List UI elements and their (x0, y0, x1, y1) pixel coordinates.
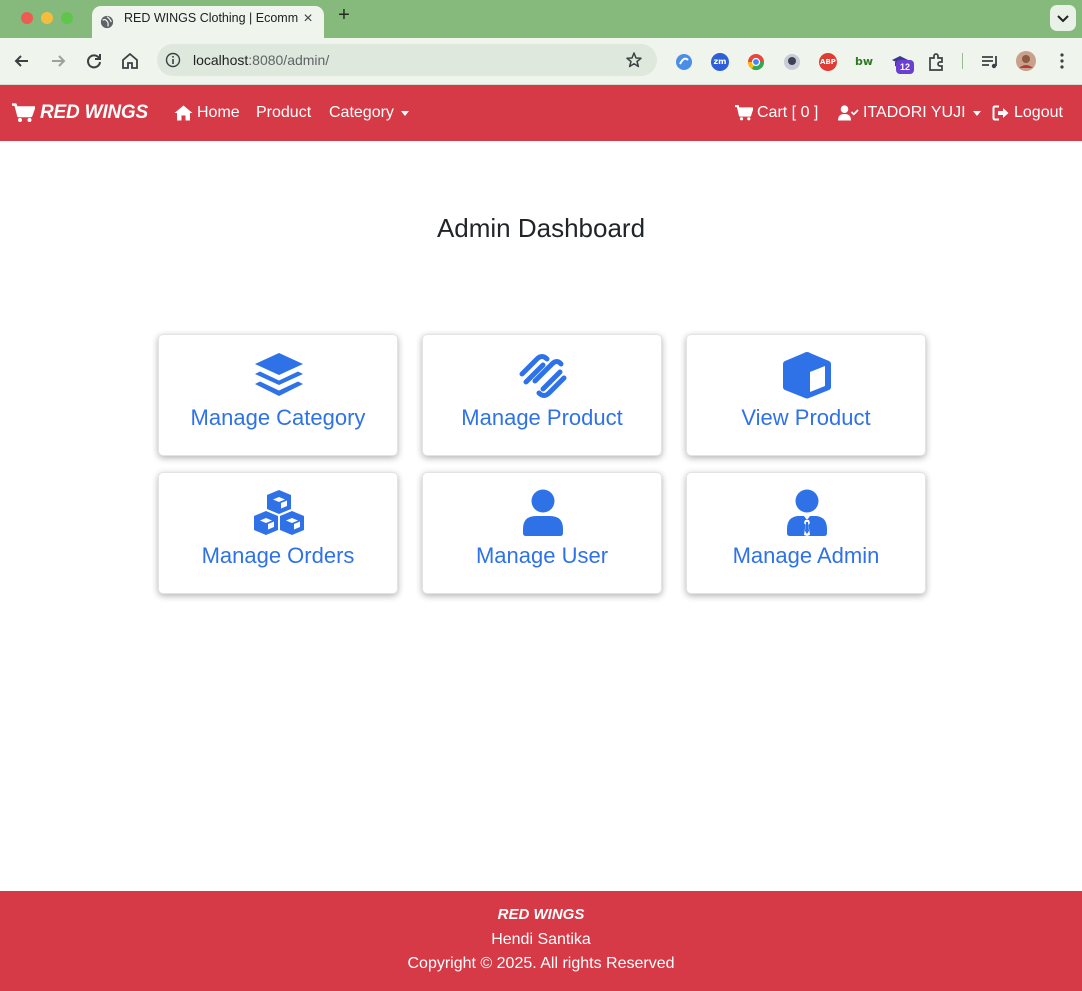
cart-icon (12, 103, 35, 122)
manage-user-card[interactable]: Manage User (422, 472, 662, 594)
user-tie-icon (787, 489, 827, 536)
user-icon (523, 489, 563, 536)
nav-logout-link[interactable]: Logout (992, 103, 1063, 123)
tab-search-button[interactable] (1050, 5, 1076, 31)
home-icon (174, 105, 193, 121)
manage-orders-card[interactable]: Manage Orders (158, 472, 398, 594)
nav-cart-label: Cart [ 0 ] (757, 104, 819, 121)
extension-face-icon[interactable] (783, 53, 801, 71)
page-title: Admin Dashboard (436, 213, 646, 243)
globe-icon (100, 15, 114, 29)
url-host: localhost (193, 52, 249, 68)
new-tab-button[interactable]: + (334, 5, 354, 25)
manage-admin-card[interactable]: Manage Admin (686, 472, 926, 594)
nav-user-label: ITADORI YUJI (863, 104, 966, 121)
extension-count-badge: 12 (896, 60, 914, 74)
manage-admin-label: Manage Admin (732, 543, 880, 568)
cubes-icon (254, 490, 304, 535)
nav-logout-label: Logout (1014, 104, 1063, 121)
site-info-icon[interactable] (165, 52, 181, 68)
manage-orders-label: Manage Orders (201, 543, 355, 568)
nav-product-link[interactable]: Product (256, 103, 311, 123)
nav-product-label: Product (256, 104, 312, 121)
puzzle-extensions-icon[interactable] (926, 51, 948, 73)
media-queue-icon[interactable] (979, 51, 1001, 73)
profile-avatar-icon[interactable] (1015, 50, 1037, 72)
user-check-icon (838, 105, 859, 121)
manage-product-label: Manage Product (461, 405, 623, 430)
site-navbar: RED WINGS Home Product Category Cart [ 0… (0, 85, 1082, 141)
tab-title: RED WINGS Clothing | Ecommerce (124, 11, 298, 25)
url-path: :8080/admin/ (248, 52, 330, 68)
box-icon (783, 352, 831, 399)
toolbar-divider (962, 53, 963, 69)
forward-arrow-icon[interactable] (47, 50, 69, 72)
nav-category-label: Category (329, 104, 394, 121)
more-menu-icon[interactable] (1051, 50, 1073, 72)
nav-cart-link[interactable]: Cart [ 0 ] (735, 103, 818, 123)
minimize-window-button[interactable] (41, 12, 53, 24)
cart-icon (735, 105, 753, 121)
extension-adblock-icon[interactable]: ABP (819, 53, 837, 71)
tab-close-icon[interactable]: × (300, 11, 316, 27)
close-window-button[interactable] (21, 12, 33, 24)
view-product-label: View Product (741, 405, 871, 430)
nav-category-dropdown[interactable]: Category (329, 103, 409, 123)
url-text: localhost:8080/admin/ (193, 53, 329, 68)
footer-author: Hendi Santika (491, 931, 591, 948)
back-arrow-icon[interactable] (11, 50, 33, 72)
footer-brand: RED WINGS (497, 906, 585, 923)
caret-down-icon (972, 110, 981, 116)
view-product-card[interactable]: View Product (686, 334, 926, 456)
browser-tab-bar: RED WINGS Clothing | Ecommerce × + (0, 0, 1082, 38)
chevron-down-icon (1057, 15, 1069, 23)
layers-icon (255, 353, 303, 396)
address-bar[interactable]: localhost:8080/admin/ (157, 44, 657, 76)
squarespace-icon (519, 354, 567, 398)
browser-toolbar: localhost:8080/admin/ zm ABP bw 12 (0, 38, 1082, 85)
bookmark-star-icon[interactable] (625, 51, 643, 69)
extension-chrome-color-icon[interactable] (747, 53, 765, 71)
browser-tab-active[interactable]: RED WINGS Clothing | Ecommerce × (92, 6, 324, 38)
nav-user-dropdown[interactable]: ITADORI YUJI (838, 103, 981, 123)
footer-copyright: Copyright © 2025. All rights Reserved (407, 955, 675, 972)
site-footer: RED WINGS Hendi Santika Copyright © 2025… (0, 891, 1082, 991)
nav-home-link[interactable]: Home (174, 103, 240, 123)
extension-zm-icon[interactable]: zm (711, 53, 729, 71)
extension-badge-button[interactable]: 12 (891, 53, 915, 77)
manage-user-label: Manage User (475, 543, 609, 568)
brand-name: RED WINGS (40, 102, 148, 123)
home-icon[interactable] (119, 50, 141, 72)
brand-logo-link[interactable]: RED WINGS (12, 102, 148, 124)
nav-home-label: Home (197, 104, 240, 121)
manage-category-label: Manage Category (190, 405, 366, 430)
logout-icon (992, 105, 1009, 121)
caret-down-icon (400, 110, 409, 116)
reload-icon[interactable] (83, 50, 105, 72)
maximize-window-button[interactable] (61, 12, 73, 24)
manage-category-card[interactable]: Manage Category (158, 334, 398, 456)
manage-product-card[interactable]: Manage Product (422, 334, 662, 456)
extension-swirl-icon[interactable] (675, 53, 693, 71)
extension-bw-icon[interactable]: bw (855, 53, 873, 71)
